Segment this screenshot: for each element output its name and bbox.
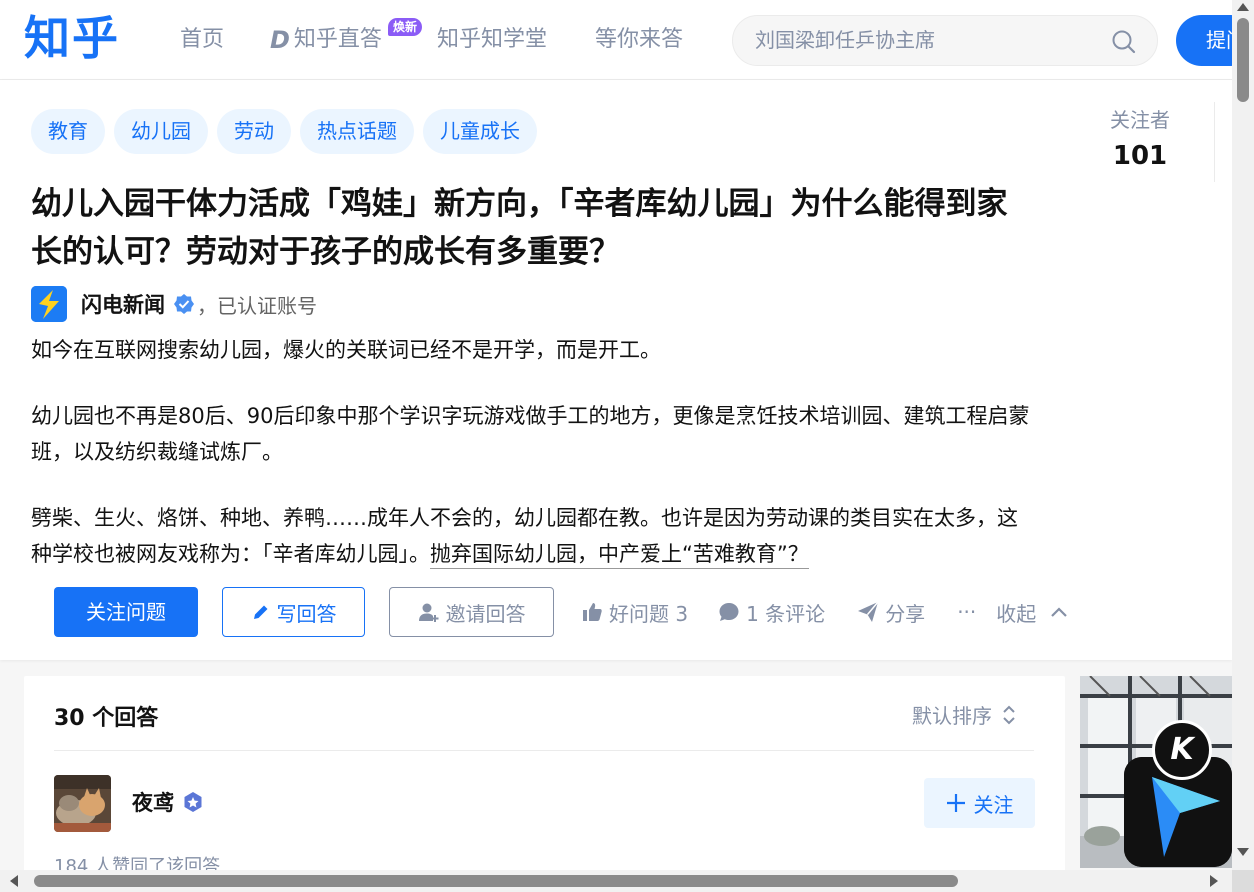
scroll-left-arrow-icon[interactable] (10, 875, 18, 887)
nav-direct-label: 知乎直答 (293, 27, 382, 52)
topic-tag[interactable]: 幼儿园 (114, 109, 208, 154)
answers-card: 30 个回答 默认排序 夜鸢 关注 184 人赞同了该回答 (24, 676, 1065, 892)
horizontal-scroll-thumb[interactable] (34, 875, 958, 887)
sort-arrows-icon (1003, 705, 1015, 724)
good-question-label: 好问题 3 (609, 601, 689, 626)
plus-icon (946, 794, 965, 812)
answers-divider (54, 750, 1034, 751)
scroll-right-arrow-icon[interactable] (1210, 875, 1218, 887)
vertical-scrollbar[interactable] (1232, 0, 1254, 870)
collapse-label: 收起 (996, 601, 1037, 626)
follow-user-button[interactable]: 关注 (924, 778, 1035, 828)
zhihu-logo[interactable]: 知乎 (24, 10, 120, 66)
search-input[interactable] (755, 28, 1115, 52)
question-title: 幼儿入园干体力活成「鸡娃」新方向，「辛者库幼儿园」为什么能得到家长的认可？劳动对… (31, 186, 1008, 270)
write-answer-button[interactable]: 写回答 (222, 587, 365, 637)
answerer-name-row: 夜鸢 (132, 787, 204, 817)
search-box (732, 15, 1158, 66)
topic-list: 教育 幼儿园 劳动 热点话题 儿童成长 (31, 109, 537, 154)
answerer-avatar[interactable] (54, 775, 111, 832)
sort-label: 默认排序 (912, 704, 992, 728)
nav-zhihu-direct[interactable]: D 知乎直答 (270, 24, 382, 56)
author-certification: ，已认证账号 (197, 293, 317, 318)
share-plane-icon (858, 601, 879, 622)
chevron-up-icon (1051, 607, 1068, 617)
comment-bubble-icon (719, 603, 739, 621)
question-author: 闪电新闻 ，已认证账号 (31, 286, 317, 322)
verified-badge-icon (174, 294, 194, 314)
body-paragraph: 劈柴、生火、烙饼、种地、养鸭……成年人不会的，幼儿园都在教。也许是因为劳动课的类… (31, 500, 1031, 572)
more-button[interactable]: ··· (957, 600, 976, 624)
nav-waiting-answer[interactable]: 等你来答 (595, 24, 683, 56)
topic-tag[interactable]: 儿童成长 (423, 109, 537, 154)
good-question-button[interactable]: 好问题 3 (581, 598, 688, 627)
author-avatar[interactable] (31, 286, 67, 322)
body-paragraph: 如今在互联网搜索幼儿园，爆火的关联词已经不是开学，而是开工。 (31, 338, 661, 362)
question-card: 教育 幼儿园 劳动 热点话题 儿童成长 关注者 101 幼儿入园干体力活成「鸡娃… (0, 80, 1232, 660)
vertical-scroll-thumb[interactable] (1237, 18, 1249, 102)
collapse-button[interactable]: 收起 (996, 598, 1068, 627)
thumbs-up-icon (583, 603, 602, 621)
related-article-link[interactable]: 抛弃国际幼儿园，中产爱上“苦难教育”？ (430, 542, 809, 569)
pencil-icon (253, 605, 267, 619)
followers-label: 关注者 (1110, 108, 1170, 132)
follow-question-button[interactable]: 关注问题 (54, 587, 198, 637)
nav-home[interactable]: 首页 (180, 24, 224, 56)
invite-answer-button[interactable]: 邀请回答 (389, 587, 554, 637)
sort-dropdown[interactable]: 默认排序 (912, 700, 1016, 729)
topic-tag[interactable]: 教育 (31, 109, 105, 154)
followers-stat: 关注者 101 (1080, 104, 1200, 171)
comments-button[interactable]: 1 条评论 (718, 598, 825, 627)
topic-tag[interactable]: 劳动 (217, 109, 291, 154)
question-body: 如今在互联网搜索幼儿园，爆火的关联词已经不是开学，而是开工。 幼儿园也不再是80… (31, 332, 1031, 602)
horizontal-scrollbar[interactable] (0, 870, 1232, 892)
cat-photo-avatar (54, 775, 111, 832)
write-answer-label: 写回答 (276, 601, 337, 626)
invite-user-icon (418, 603, 438, 622)
top-header: 知乎 首页 D 知乎直答 焕新 知乎知学堂 等你来答 提问 (0, 0, 1254, 80)
scroll-up-arrow-icon[interactable] (1237, 3, 1249, 11)
comments-label: 1 条评论 (746, 601, 826, 626)
direct-logo-icon: D (270, 26, 290, 54)
follow-user-label: 关注 (973, 792, 1014, 817)
followers-count: 101 (1112, 141, 1168, 171)
search-icon[interactable] (1111, 29, 1137, 55)
nav-knowledge-hall[interactable]: 知乎知学堂 (437, 24, 547, 56)
lightning-logo-icon (31, 286, 67, 322)
answerer-name[interactable]: 夜鸢 (132, 787, 174, 817)
share-label: 分享 (885, 601, 926, 626)
excellent-badge-icon (184, 792, 202, 812)
k-float-badge[interactable]: K (1152, 720, 1212, 780)
invite-answer-label: 邀请回答 (445, 601, 526, 626)
question-actions: 关注问题 写回答 邀请回答 好问题 3 1 条评论 分享 ··· 收起 (54, 587, 1068, 637)
share-button[interactable]: 分享 (857, 598, 925, 627)
scroll-down-arrow-icon[interactable] (1237, 848, 1249, 856)
answer-count: 30 个回答 (54, 706, 159, 731)
topic-tag[interactable]: 热点话题 (300, 109, 414, 154)
stat-divider (1214, 102, 1215, 182)
author-name[interactable]: 闪电新闻 (81, 289, 165, 319)
new-badge: 焕新 (388, 18, 423, 36)
body-paragraph: 幼儿园也不再是80后、90后印象中那个学识字玩游戏做手工的地方，更像是烹饪技术培… (31, 404, 1030, 464)
scrollbar-corner (1232, 870, 1254, 892)
